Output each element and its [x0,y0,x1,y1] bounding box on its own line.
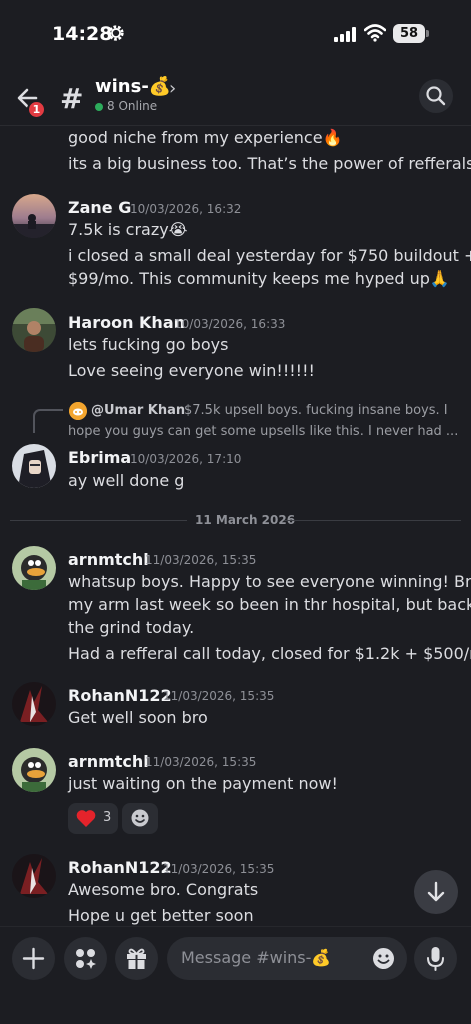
avatar[interactable] [12,546,56,590]
message-text: just waiting on the payment now! [68,774,338,793]
online-status-icon [95,103,103,111]
jump-to-present-button[interactable] [414,870,458,914]
reply-username[interactable]: @Umar Khan [91,403,185,418]
battery-tip [426,30,429,37]
channel-name[interactable]: wins-💰 [95,76,171,97]
avatar-dark-art-image [12,854,56,898]
message-text: my arm last week so been in thr hospital… [68,595,471,614]
gear-icon [108,25,124,41]
timestamp: 10/03/2026, 17:10 [130,452,242,466]
reply-preview-text[interactable]: hope you guys can get some upsells like … [68,424,458,439]
message-text: Hope u get better soon [68,906,254,925]
message-text: Had a refferal call today, closed for $1… [68,644,471,663]
apps-icon [76,949,96,969]
timestamp: 10/03/2026, 16:33 [174,317,286,331]
message-text: ay well done g [68,471,185,490]
apps-button[interactable] [64,937,107,980]
avatar-duck-image [12,748,56,792]
emoji-icon[interactable] [372,947,395,970]
message-list[interactable]: good niche from my experience🔥 its a big… [0,126,471,926]
username[interactable]: arnmtchl [68,752,149,771]
avatar-duck-image [12,546,56,590]
microphone-icon [427,947,444,971]
message-input-placeholder: Message #wins-💰 [181,948,332,967]
status-bar: 14:28 58 [0,0,471,70]
avatar[interactable] [12,308,56,352]
gift-button[interactable] [115,937,158,980]
smiley-add-icon [131,809,149,827]
avatar[interactable] [12,194,56,238]
divider [10,520,187,521]
avatar-anime-image [12,444,56,488]
date-divider: 11 March 2026 [195,513,296,527]
unread-badge: 1 [27,100,46,119]
timestamp: 11/03/2026, 15:35 [145,553,257,567]
username[interactable]: Zane G [68,198,131,217]
battery-indicator: 58 [393,24,425,43]
divider [284,520,461,521]
plus-icon [22,947,45,970]
reply-preview-text[interactable]: $7.5k upsell boys. fucking insane boys. … [184,403,448,418]
message-text: the grind today. [68,618,195,637]
chevron-right-icon[interactable]: › [169,78,176,99]
online-count: 8 Online [107,99,158,113]
channel-header: 1 # wins-💰 › 8 Online [0,70,471,126]
timestamp: 11/03/2026, 15:35 [163,862,275,876]
message-text: $99/mo. This community keeps me hyped up… [68,269,450,288]
message-composer: Message #wins-💰 [0,926,471,1024]
attach-button[interactable] [12,937,55,980]
gift-icon [127,948,146,969]
message-text: good niche from my experience🔥 [68,128,343,147]
voice-message-button[interactable] [414,937,457,980]
arrow-down-icon [427,881,445,902]
message-text: 7.5k is crazy😭 [68,220,188,239]
message-text: Awesome bro. Congrats [68,880,259,899]
avatar[interactable] [12,748,56,792]
heart-icon [76,810,96,827]
status-time: 14:28 [52,23,113,45]
message-text: whatsup boys. Happy to see everyone winn… [68,572,471,591]
wifi-icon [364,24,386,42]
username[interactable]: Ebrima [68,448,131,467]
username[interactable]: RohanN122 [68,858,172,877]
add-reaction-button[interactable] [122,803,158,834]
username[interactable]: arnmtchl [68,550,149,569]
avatar[interactable] [12,444,56,488]
avatar[interactable] [12,682,56,726]
message-text: Get well soon bro [68,708,208,727]
cellular-signal-icon [334,27,356,42]
message-text: Love seeing everyone win!!!!!! [68,361,315,380]
avatar-dark-art-image [12,682,56,726]
reply-connector [33,409,63,433]
message-text: its a big business too. That’s the power… [68,154,471,173]
username[interactable]: RohanN122 [68,686,172,705]
message-text: i closed a small deal yesterday for $750… [68,246,471,265]
timestamp: 10/03/2026, 16:32 [130,202,242,216]
search-button[interactable] [419,79,453,113]
timestamp: 11/03/2026, 15:35 [163,689,275,703]
message-input[interactable]: Message #wins-💰 [167,937,407,980]
search-icon [426,86,446,106]
avatar-sunset-image [12,194,56,238]
username[interactable]: Haroon Khan [68,313,185,332]
discord-avatar-icon [69,402,87,420]
message-text: lets fucking go boys [68,335,229,354]
reaction-heart[interactable]: 3 [68,803,118,834]
timestamp: 11/03/2026, 15:35 [145,755,257,769]
reaction-count: 3 [103,810,112,825]
avatar-photo-image [12,308,56,352]
channel-hash-icon: # [60,82,84,115]
avatar[interactable] [12,854,56,898]
